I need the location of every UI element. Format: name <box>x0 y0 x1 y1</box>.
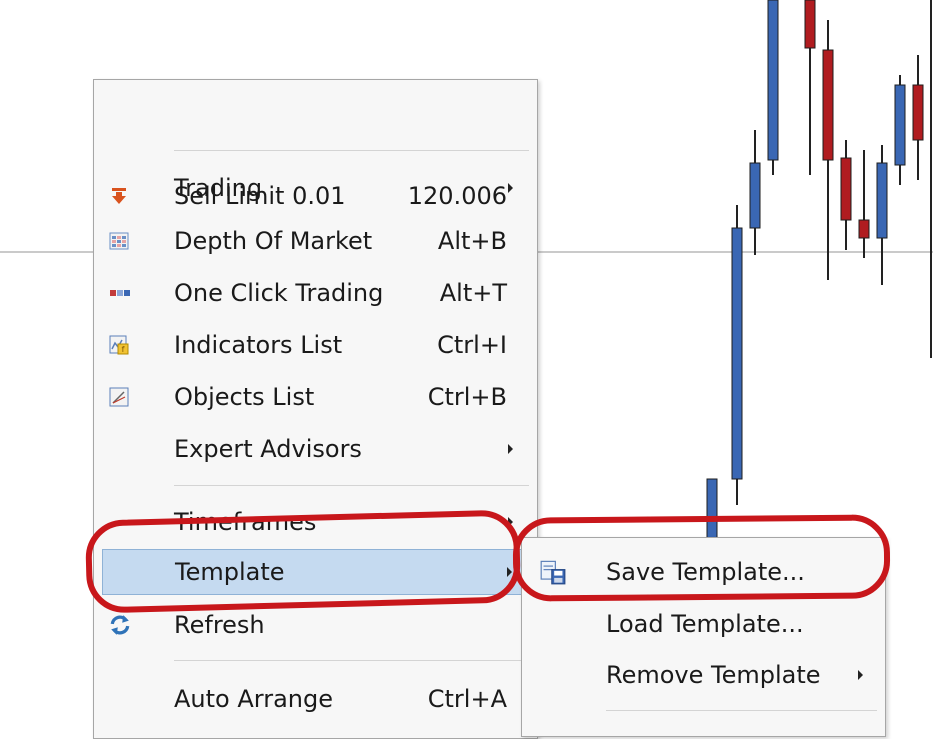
candlesticks <box>706 0 924 541</box>
submenu-item-label: Save Template... <box>606 558 805 586</box>
menu-item-label: Objects List <box>174 383 315 411</box>
submenu-item-save-template[interactable]: Save Template... <box>522 549 885 595</box>
menu-item-label: Auto Arrange <box>174 685 333 713</box>
candle-bear <box>822 49 834 161</box>
menu-item-depth-of-market[interactable]: Depth Of Market Alt+B <box>94 218 537 264</box>
save-template-icon <box>540 560 566 585</box>
submenu-item-label: Load Template... <box>606 610 804 638</box>
candle-bull <box>749 162 761 229</box>
template-submenu: Save Template... Load Template... Remove… <box>521 537 886 737</box>
menu-item-label: Timeframes <box>174 508 317 536</box>
candle-bull <box>876 162 888 239</box>
candle-bear <box>840 157 852 221</box>
submenu-arrow-icon <box>508 183 513 193</box>
indicators-list-icon: f <box>109 335 129 355</box>
submenu-arrow-icon <box>858 670 863 680</box>
menu-item-expert-advisors[interactable]: Expert Advisors <box>94 426 537 472</box>
candle-bull <box>767 0 779 161</box>
candle-bull <box>731 227 743 480</box>
menu-separator <box>174 485 529 486</box>
menu-item-template[interactable]: Template <box>102 549 531 595</box>
svg-text:f: f <box>122 345 125 354</box>
menu-item-timeframes[interactable]: Timeframes <box>94 499 537 545</box>
chart-context-menu: Sell Limit 0.01 120.006 Trading Depth Of… <box>93 79 538 739</box>
candle-bear <box>858 219 870 239</box>
menu-separator <box>606 710 877 711</box>
menu-item-shortcut: Ctrl+B <box>427 383 507 411</box>
menu-item-label: Template <box>175 558 285 586</box>
menu-item-objects-list[interactable]: Objects List Ctrl+B <box>94 374 537 420</box>
submenu-item-label: Remove Template <box>606 661 821 689</box>
menu-item-label: Indicators List <box>174 331 343 359</box>
objects-list-icon <box>109 387 129 407</box>
menu-separator <box>174 150 529 151</box>
menu-item-label: Depth Of Market <box>174 227 373 255</box>
menu-item-refresh[interactable]: Refresh <box>94 602 537 648</box>
menu-item-one-click-trading[interactable]: One Click Trading Alt+T <box>94 270 537 316</box>
menu-item-shortcut: Alt+T <box>439 279 507 307</box>
menu-item-shortcut: Ctrl+I <box>437 331 507 359</box>
submenu-item-load-template[interactable]: Load Template... <box>522 601 885 647</box>
menu-item-shortcut: Alt+B <box>437 227 507 255</box>
menu-item-label: Trading <box>174 174 263 202</box>
candle-bull <box>706 478 718 541</box>
one-click-trading-icon <box>110 290 130 296</box>
refresh-icon <box>110 615 130 635</box>
menu-item-trading[interactable]: Trading <box>94 165 537 211</box>
menu-item-label: Refresh <box>174 611 265 639</box>
submenu-arrow-icon <box>507 567 512 577</box>
menu-item-auto-arrange[interactable]: Auto Arrange Ctrl+A <box>94 676 537 722</box>
menu-item-indicators-list[interactable]: f Indicators List Ctrl+I <box>94 322 537 368</box>
menu-item-label: Expert Advisors <box>174 435 362 463</box>
submenu-item-remove-template[interactable]: Remove Template <box>522 652 885 698</box>
menu-separator <box>174 660 529 661</box>
menu-item-label: One Click Trading <box>174 279 384 307</box>
candle-bull <box>894 84 906 166</box>
candle-bear <box>804 0 816 49</box>
submenu-arrow-icon <box>508 517 513 527</box>
menu-item-shortcut: Ctrl+A <box>427 685 507 713</box>
depth-of-market-icon <box>109 232 129 250</box>
candle-bear <box>912 84 924 141</box>
submenu-arrow-icon <box>508 444 513 454</box>
